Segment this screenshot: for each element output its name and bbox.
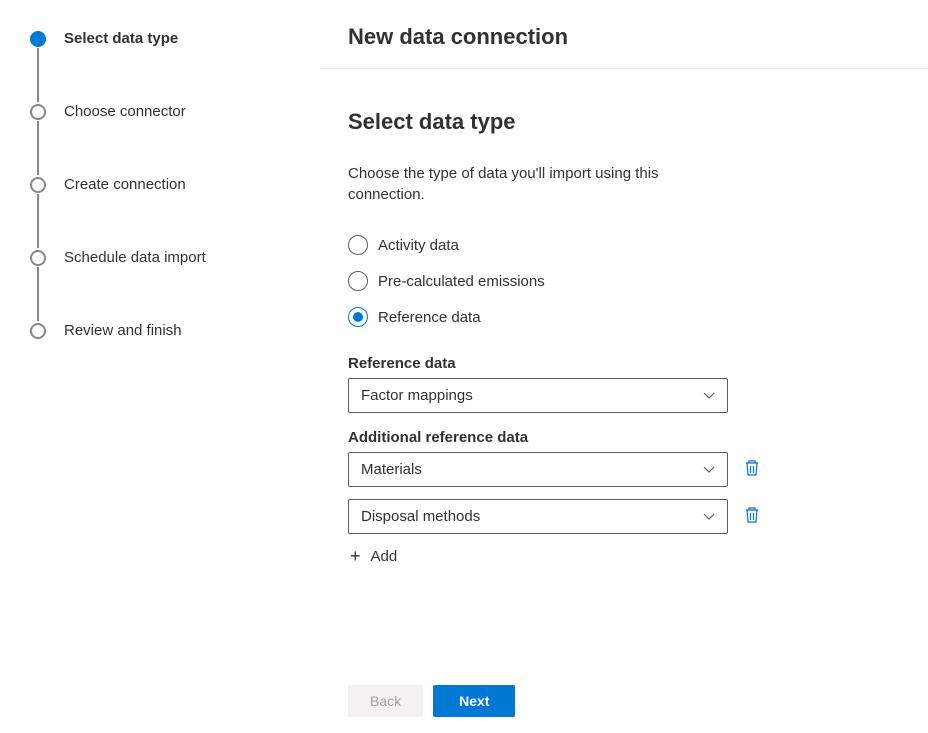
delete-button[interactable] <box>742 507 762 527</box>
dropdown-value: Disposal methods <box>361 508 480 525</box>
dropdown-value: Materials <box>361 461 422 478</box>
radio-icon <box>348 307 368 327</box>
header-title: New data connection <box>348 24 900 50</box>
main-panel: New data connection Select data type Cho… <box>320 0 928 733</box>
add-label: Add <box>371 548 398 565</box>
reference-data-label: Reference data <box>348 355 778 372</box>
additional-reference-dropdown[interactable]: Materials <box>348 452 728 487</box>
trash-icon <box>744 459 760 480</box>
radio-label: Activity data <box>378 237 459 254</box>
delete-button[interactable] <box>742 460 762 480</box>
radio-reference-data[interactable]: Reference data <box>348 307 900 327</box>
step-label: Choose connector <box>64 103 186 120</box>
chevron-down-icon <box>703 392 715 400</box>
footer: Back Next <box>320 669 928 733</box>
step-connector <box>37 267 39 321</box>
step-list: Select data type Choose connector Create… <box>30 30 300 339</box>
step-label: Create connection <box>64 176 186 193</box>
radio-label: Reference data <box>378 309 481 326</box>
step-connector <box>37 194 39 248</box>
step-schedule-import[interactable]: Schedule data import <box>30 249 300 322</box>
step-label: Schedule data import <box>64 249 206 266</box>
step-marker-icon <box>30 31 46 47</box>
step-marker-icon <box>30 177 46 193</box>
next-button[interactable]: Next <box>433 685 515 717</box>
step-create-connection[interactable]: Create connection <box>30 176 300 249</box>
radio-label: Pre-calculated emissions <box>378 273 545 290</box>
main-header: New data connection <box>320 0 928 69</box>
step-review-finish[interactable]: Review and finish <box>30 322 300 339</box>
chevron-down-icon <box>703 513 715 521</box>
step-choose-connector[interactable]: Choose connector <box>30 103 300 176</box>
step-marker-icon <box>30 250 46 266</box>
main-body: Select data type Choose the type of data… <box>320 69 928 669</box>
radio-activity-data[interactable]: Activity data <box>348 235 900 255</box>
radio-icon <box>348 271 368 291</box>
wizard-sidebar: Select data type Choose connector Create… <box>0 0 320 733</box>
step-marker-icon <box>30 104 46 120</box>
step-marker-icon <box>30 323 46 339</box>
additional-reference-label: Additional reference data <box>348 429 778 446</box>
chevron-down-icon <box>703 466 715 474</box>
step-select-data-type[interactable]: Select data type <box>30 30 300 103</box>
radio-precalculated-emissions[interactable]: Pre-calculated emissions <box>348 271 900 291</box>
back-button[interactable]: Back <box>348 685 423 717</box>
step-label: Select data type <box>64 30 178 47</box>
step-connector <box>37 121 39 175</box>
dropdown-value: Factor mappings <box>361 387 473 404</box>
additional-reference-section: Additional reference data Materials <box>348 429 778 567</box>
page-title: Select data type <box>348 109 900 135</box>
reference-data-dropdown[interactable]: Factor mappings <box>348 378 728 413</box>
step-connector <box>37 48 39 102</box>
additional-reference-dropdown[interactable]: Disposal methods <box>348 499 728 534</box>
reference-data-section: Reference data Factor mappings <box>348 355 778 413</box>
plus-icon: + <box>350 546 361 567</box>
page-description: Choose the type of data you'll import us… <box>348 163 708 205</box>
data-type-radio-group: Activity data Pre-calculated emissions R… <box>348 235 900 327</box>
trash-icon <box>744 506 760 527</box>
step-label: Review and finish <box>64 322 182 339</box>
radio-icon <box>348 235 368 255</box>
add-reference-button[interactable]: + Add <box>348 546 778 567</box>
